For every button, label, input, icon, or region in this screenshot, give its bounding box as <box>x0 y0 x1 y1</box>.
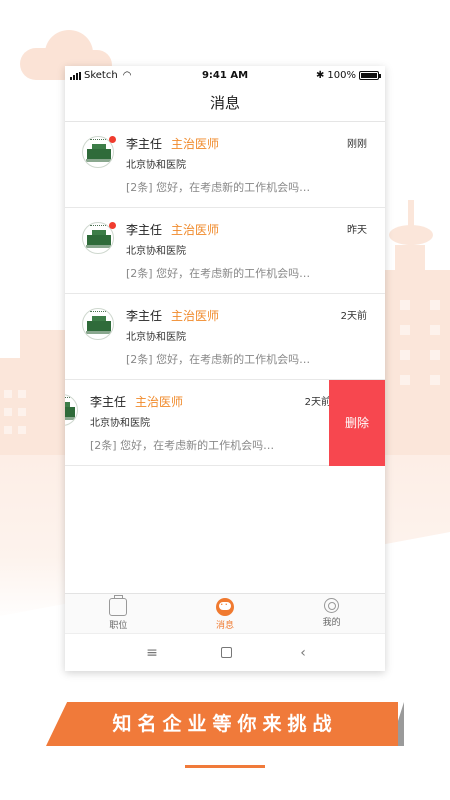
status-right: ✱ 100% <box>316 70 381 81</box>
contact-title: 主治医师 <box>171 137 220 151</box>
contact-name: 李主任 <box>126 137 163 151</box>
message-list: 李主任 主治医师 北京协和医院 [2条] 您好，在考虑新的工作机会吗… 刚刚 李… <box>65 122 385 466</box>
back-icon[interactable]: ‹ <box>293 643 313 663</box>
hospital-name: 北京协和医院 <box>126 332 186 343</box>
menu-icon[interactable]: ≡ <box>142 643 162 663</box>
contact-name: 李主任 <box>126 309 163 323</box>
hospital-name: 北京协和医院 <box>126 160 186 171</box>
hospital-avatar <box>82 308 116 342</box>
chat-icon <box>216 598 234 616</box>
system-nav-bar: ≡ ‹ <box>65 633 385 671</box>
bluetooth-icon: ✱ <box>316 70 325 81</box>
page-title: 消息 <box>65 86 385 122</box>
message-row[interactable]: 李主任 主治医师 北京协和医院 [2条] 您好，在考虑新的工作机会吗… 刚刚 <box>65 122 385 208</box>
delete-button[interactable]: 删除 <box>329 380 385 466</box>
tab-jobs[interactable]: 职位 <box>65 594 172 633</box>
status-bar: Sketch ◠ 9:41 AM ✱ 100% <box>65 66 385 86</box>
message-preview: [2条] 您好，在考虑新的工作机会吗… <box>90 439 275 452</box>
message-preview: [2条] 您好，在考虑新的工作机会吗… <box>126 267 311 280</box>
phone-screen: Sketch ◠ 9:41 AM ✱ 100% 消息 李主任 主治医师 北京协和… <box>65 66 385 671</box>
tab-profile[interactable]: 我的 <box>278 594 385 633</box>
home-icon[interactable] <box>216 643 236 663</box>
contact-title: 主治医师 <box>171 223 220 237</box>
contact-name: 李主任 <box>126 223 163 237</box>
profile-icon <box>324 598 340 613</box>
hospital-avatar <box>82 222 116 256</box>
banner-text: 知名企业等你来挑战 <box>112 713 338 735</box>
message-row[interactable]: 李主任 主治医师 北京协和医院 [2条] 您好，在考虑新的工作机会吗… 昨天 <box>65 208 385 294</box>
battery-icon <box>359 71 381 80</box>
tab-label: 职位 <box>109 621 128 631</box>
tab-label: 消息 <box>216 621 235 631</box>
unread-dot-icon <box>109 136 116 143</box>
tab-messages[interactable]: 消息 <box>172 594 279 633</box>
contact-name: 李主任 <box>90 395 127 409</box>
banner-underline <box>185 765 265 768</box>
message-time: 昨天 <box>347 225 367 236</box>
briefcase-icon <box>109 595 128 616</box>
bottom-tab-bar: 职位 消息 我的 <box>65 593 385 633</box>
battery-percent: 100% <box>327 70 356 81</box>
message-preview: [2条] 您好，在考虑新的工作机会吗… <box>126 353 311 366</box>
message-preview: [2条] 您好，在考虑新的工作机会吗… <box>126 181 311 194</box>
message-time: 2天前 <box>340 311 367 322</box>
message-row-swiped[interactable]: 李主任 主治医师 北京协和医院 [2条] 您好，在考虑新的工作机会吗… 2天前 … <box>65 380 385 466</box>
hospital-avatar <box>82 136 116 170</box>
message-time: 2天前 <box>304 397 331 408</box>
message-row[interactable]: 李主任 主治医师 北京协和医院 [2条] 您好，在考虑新的工作机会吗… 2天前 <box>65 294 385 380</box>
promo-banner: 知名企业等你来挑战 <box>46 702 404 746</box>
contact-title: 主治医师 <box>135 395 184 409</box>
contact-title: 主治医师 <box>171 309 220 323</box>
unread-dot-icon <box>109 222 116 229</box>
message-time: 刚刚 <box>347 139 367 150</box>
hospital-name: 北京协和医院 <box>126 246 186 257</box>
hospital-name: 北京协和医院 <box>90 418 150 429</box>
tab-label: 我的 <box>322 618 341 628</box>
hospital-avatar <box>65 394 80 428</box>
